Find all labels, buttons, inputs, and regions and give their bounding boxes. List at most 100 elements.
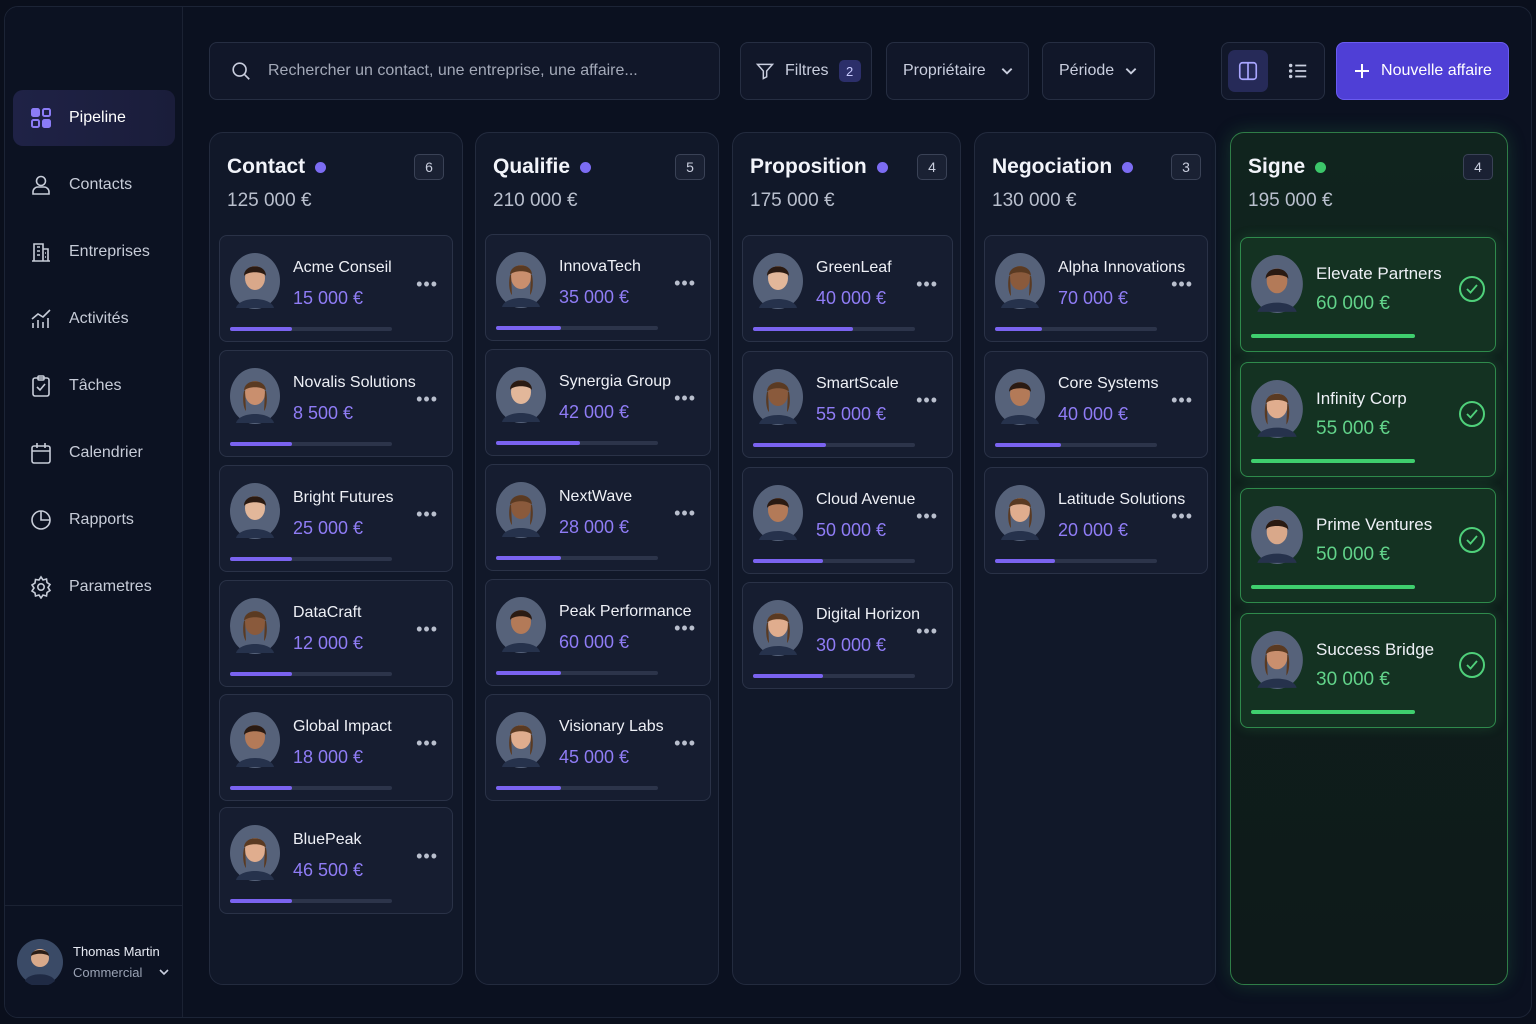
sidebar-item-contacts[interactable]: Contacts: [13, 157, 175, 213]
deal-card[interactable]: DataCraft 12 000 € •••: [219, 580, 453, 687]
deal-card[interactable]: NextWave 28 000 € •••: [485, 464, 711, 571]
more-options-icon[interactable]: •••: [416, 733, 438, 754]
progress-fill: [496, 786, 561, 790]
status-dot: [876, 161, 888, 173]
column-title: Signe: [1248, 155, 1306, 178]
deal-name: SmartScale: [816, 375, 899, 392]
more-options-icon[interactable]: •••: [674, 273, 696, 294]
sidebar-item-activites[interactable]: Activités: [13, 291, 175, 347]
column-count-badge: 4: [1463, 154, 1493, 180]
status-dot: [315, 161, 327, 173]
sidebar-item-parametres[interactable]: Parametres: [13, 559, 175, 615]
chevron-down-icon[interactable]: [158, 966, 170, 978]
sidebar-item-calendrier[interactable]: Calendrier: [13, 425, 175, 481]
more-options-icon[interactable]: •••: [674, 388, 696, 409]
deal-card[interactable]: Success Bridge 30 000 €: [1240, 613, 1496, 728]
progress-bar: [496, 671, 658, 675]
more-options-icon[interactable]: •••: [416, 846, 438, 867]
deal-name: Alpha Innovations: [1058, 259, 1186, 276]
deal-card[interactable]: Acme Conseil 15 000 € •••: [219, 235, 453, 342]
deal-card[interactable]: Cloud Avenue 50 000 € •••: [742, 467, 953, 574]
deal-card[interactable]: Elevate Partners 60 000 €: [1240, 237, 1496, 352]
owner-label: Propriétaire: [903, 62, 986, 79]
avatar: [1251, 380, 1303, 438]
more-options-icon[interactable]: •••: [1171, 390, 1193, 411]
more-options-icon[interactable]: •••: [1171, 506, 1193, 527]
progress-bar: [230, 786, 392, 790]
deal-name: Infinity Corp: [1316, 389, 1407, 408]
progress-bar: [230, 672, 392, 676]
sidebar-item-entreprises[interactable]: Entreprises: [13, 224, 175, 280]
filters-button[interactable]: Filtres 2: [740, 42, 872, 100]
more-options-icon[interactable]: •••: [674, 733, 696, 754]
avatar: [995, 253, 1045, 309]
avatar: [753, 485, 803, 541]
deal-card[interactable]: BluePeak 46 500 € •••: [219, 807, 453, 914]
avatar: [1251, 506, 1303, 564]
user-profile[interactable]: Thomas Martin Commercial: [5, 905, 182, 1017]
deal-card[interactable]: Global Impact 18 000 € •••: [219, 694, 453, 801]
progress-bar: [1251, 710, 1415, 714]
deal-card[interactable]: Core Systems 40 000 € •••: [984, 351, 1208, 458]
deal-card[interactable]: Visionary Labs 45 000 € •••: [485, 694, 711, 801]
column-count-badge: 3: [1171, 154, 1201, 180]
deal-card[interactable]: InnovaTech 35 000 € •••: [485, 234, 711, 341]
avatar: [995, 369, 1045, 425]
sidebar-item-label: Entreprises: [69, 243, 150, 260]
search-input[interactable]: [268, 62, 688, 80]
deal-card[interactable]: Latitude Solutions 20 000 € •••: [984, 467, 1208, 574]
more-options-icon[interactable]: •••: [674, 503, 696, 524]
user-name: Thomas Martin: [73, 943, 160, 959]
new-deal-button[interactable]: Nouvelle affaire: [1336, 42, 1509, 100]
progress-bar: [230, 899, 392, 903]
deal-card[interactable]: SmartScale 55 000 € •••: [742, 351, 953, 458]
more-options-icon[interactable]: •••: [416, 274, 438, 295]
more-options-icon[interactable]: •••: [1171, 274, 1193, 295]
column-title: Qualifie: [493, 155, 571, 178]
more-options-icon[interactable]: •••: [416, 504, 438, 525]
more-options-icon[interactable]: •••: [916, 274, 938, 295]
more-options-icon[interactable]: •••: [416, 389, 438, 410]
period-dropdown[interactable]: Période: [1042, 42, 1155, 100]
progress-fill: [995, 559, 1055, 563]
deal-card[interactable]: Novalis Solutions 8 500 € •••: [219, 350, 453, 457]
deal-card[interactable]: Alpha Innovations 70 000 € •••: [984, 235, 1208, 342]
deal-card[interactable]: Bright Futures 25 000 € •••: [219, 465, 453, 572]
more-options-icon[interactable]: •••: [916, 621, 938, 642]
avatar: [496, 367, 546, 423]
deal-value: 8 500 €: [293, 403, 354, 423]
deal-card[interactable]: Prime Ventures 50 000 €: [1240, 488, 1496, 603]
sidebar-item-rapports[interactable]: Rapports: [13, 492, 175, 548]
sidebar-item-label: Pipeline: [69, 109, 126, 126]
view-toggle: [1221, 42, 1325, 100]
more-options-icon[interactable]: •••: [416, 619, 438, 640]
chevron-down-icon: [1001, 68, 1013, 75]
deal-card[interactable]: Infinity Corp 55 000 €: [1240, 362, 1496, 477]
deal-card[interactable]: Digital Horizon 30 000 € •••: [742, 582, 953, 689]
progress-fill: [496, 441, 581, 445]
user-role-row: Commercial: [73, 965, 170, 980]
progress-fill: [995, 443, 1062, 447]
kanban-view-button[interactable]: [1228, 50, 1268, 92]
sidebar-item-pipeline[interactable]: Pipeline: [13, 90, 175, 146]
more-options-icon[interactable]: •••: [916, 390, 938, 411]
owner-dropdown[interactable]: Propriétaire: [886, 42, 1029, 100]
sidebar-item-taches[interactable]: Tâches: [13, 358, 175, 414]
filters-label: Filtres: [785, 62, 829, 79]
more-options-icon[interactable]: •••: [674, 618, 696, 639]
list-view-button[interactable]: [1278, 50, 1318, 92]
deal-card[interactable]: GreenLeaf 40 000 € •••: [742, 235, 953, 342]
check-circle-icon: [1459, 527, 1485, 553]
progress-fill: [496, 556, 561, 560]
deal-card[interactable]: Peak Performance 60 000 € •••: [485, 579, 711, 686]
progress-fill: [230, 786, 292, 790]
progress-fill: [1251, 710, 1415, 714]
progress-bar: [995, 327, 1157, 331]
plus-icon: [1355, 64, 1370, 78]
more-options-icon[interactable]: •••: [916, 506, 938, 527]
deal-card[interactable]: Synergia Group 42 000 € •••: [485, 349, 711, 456]
column-contact: Contact 6 125 000 € Acme Conseil 15 000 € •••…: [209, 132, 463, 985]
progress-bar: [496, 441, 658, 445]
search-box[interactable]: [209, 42, 720, 100]
calendar-icon: [31, 443, 51, 464]
